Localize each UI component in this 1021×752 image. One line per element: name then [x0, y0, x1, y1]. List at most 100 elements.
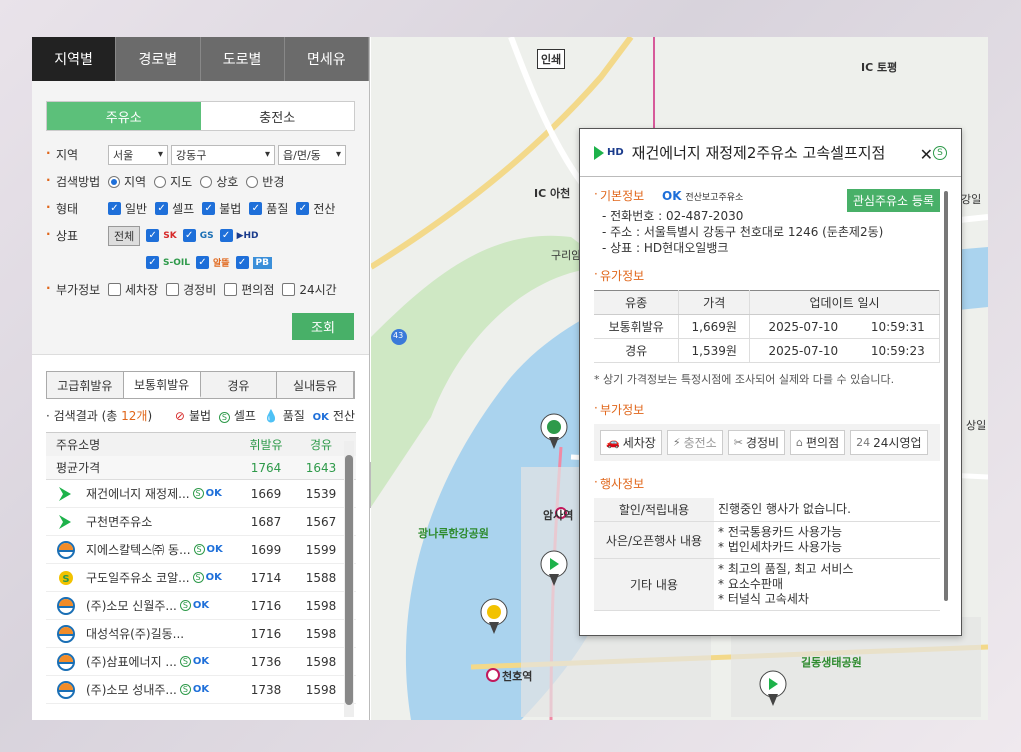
- map-view[interactable]: 인쇄 IC 토평 IC 아천 구리암 강일 상일 광나루한강공원 암사역 천호역…: [371, 37, 988, 720]
- favorite-register-button[interactable]: 관심주유소 등록: [846, 189, 940, 212]
- map-label-topyeong: IC 토평: [861, 61, 898, 74]
- brand-pb-checkbox[interactable]: ✓: [235, 256, 249, 269]
- station-row[interactable]: (주)삼표에너지 ... S OK 1736 1598: [46, 648, 356, 676]
- station-name[interactable]: (주)소모 신월주...: [86, 597, 177, 614]
- tab-kerosene[interactable]: 실내등유: [277, 372, 354, 398]
- district-select[interactable]: 강동구: [171, 144, 275, 165]
- type-self-checkbox[interactable]: ✓ 셀프: [155, 200, 194, 217]
- price-value: 1,669원: [678, 314, 751, 339]
- check-icon: ✓: [108, 202, 121, 215]
- extra-repair-checkbox[interactable]: 경정비: [166, 281, 216, 298]
- self-icon: S: [179, 656, 191, 667]
- event-value: 진행중인 행사가 없습니다.: [714, 498, 940, 522]
- tab-region[interactable]: 지역별: [32, 37, 117, 81]
- hd-oilbank-logo-icon: HD: [594, 145, 624, 160]
- station-row[interactable]: (주)소모 신월주... S OK 1716 1598: [46, 592, 356, 620]
- gasoline-price: 1738: [250, 682, 282, 697]
- tab-tax-free[interactable]: 면세유: [284, 37, 369, 81]
- result-prefix: 검색결과 (총: [53, 409, 122, 423]
- brand-sk-checkbox[interactable]: ✓: [146, 229, 160, 242]
- header-diesel[interactable]: 경유: [296, 436, 346, 453]
- station-row[interactable]: (주)소모 성내주... S OK 1738 1598: [46, 676, 356, 704]
- station-name-cell: (주)소모 성내주... S OK: [46, 680, 236, 699]
- brand-altteul-checkbox[interactable]: ✓: [195, 256, 209, 269]
- station-row[interactable]: 재건에너지 재정제... S OK 1669 1539: [46, 480, 356, 508]
- search-button[interactable]: 조회: [292, 313, 354, 340]
- type-illegal-checkbox[interactable]: ✓ 불법: [202, 200, 241, 217]
- type-computerized-checkbox[interactable]: ✓ 전산: [296, 200, 335, 217]
- radio-icon: [246, 175, 259, 188]
- extra-24h-checkbox[interactable]: 24시간: [282, 281, 337, 298]
- svg-text:S: S: [62, 574, 69, 585]
- station-name[interactable]: (주)삼표에너지 ...: [86, 653, 177, 670]
- method-map-radio[interactable]: 지도: [154, 173, 192, 190]
- self-icon: S: [218, 412, 230, 423]
- tab-regular-gasoline[interactable]: 보통휘발유: [123, 372, 201, 398]
- station-name[interactable]: (주)소모 성내주...: [86, 681, 177, 698]
- station-name[interactable]: 재건에너지 재정제...: [86, 485, 190, 502]
- station-name[interactable]: 구도일주유소 코알...: [86, 569, 190, 586]
- option-label: 불법: [219, 202, 242, 216]
- brand-soil-checkbox[interactable]: ✓: [146, 256, 159, 269]
- scrollbar-thumb[interactable]: [345, 455, 353, 705]
- self-icon: S: [179, 600, 191, 611]
- station-row[interactable]: S 구도일주유소 코알... S OK 1714 1588: [46, 564, 356, 592]
- city-select[interactable]: 서울: [108, 144, 168, 165]
- charging-station-toggle[interactable]: 충전소: [200, 102, 354, 130]
- method-name-radio[interactable]: 상호: [200, 173, 238, 190]
- check-icon: ✓: [296, 202, 310, 215]
- brand-hd-checkbox[interactable]: ✓: [219, 229, 233, 242]
- gasoline-price: 1669: [250, 486, 282, 501]
- station-row[interactable]: 지에스칼텍스㈜ 동... S OK 1699 1599: [46, 536, 356, 564]
- event-line: * 최고의 품질, 최고 서비스: [718, 562, 854, 576]
- tab-premium-gasoline[interactable]: 고급휘발유: [47, 372, 124, 398]
- station-row[interactable]: 구천면주유소 1687 1567: [46, 508, 356, 536]
- station-name-cell: 대성석유(주)길동...: [46, 624, 236, 643]
- tab-route[interactable]: 경로별: [116, 37, 201, 81]
- gas-station-toggle[interactable]: 주유소: [47, 102, 201, 130]
- event-line: * 터널식 고속세차: [718, 592, 809, 606]
- event-key: 사은/오픈행사 내용: [594, 521, 714, 559]
- dong-select[interactable]: 읍/면/동: [278, 144, 346, 165]
- popup-scrollbar[interactable]: [944, 191, 948, 601]
- gs-caltex-logo-icon: [57, 652, 75, 671]
- station-name[interactable]: 지에스칼텍스㈜ 동...: [86, 541, 191, 558]
- type-quality-checkbox[interactable]: ✓ 품질: [249, 200, 288, 217]
- tab-road[interactable]: 도로별: [200, 37, 285, 81]
- diesel-price: 1598: [305, 626, 337, 641]
- station-name[interactable]: 대성석유(주)길동...: [86, 625, 184, 642]
- region-label: 지역: [46, 146, 108, 163]
- event-line: * 법인세차카드 사용가능: [718, 540, 843, 554]
- header-name[interactable]: 주유소명: [46, 436, 236, 453]
- list-scrollbar[interactable]: [344, 441, 354, 717]
- diesel-price: 1598: [305, 682, 337, 697]
- brand-gs-checkbox[interactable]: ✓: [182, 229, 196, 242]
- event-line: * 전국통용카드 사용가능: [718, 525, 843, 539]
- header-gasoline[interactable]: 휘발유: [236, 436, 296, 453]
- option-label: 지역: [124, 175, 147, 189]
- gasoline-price: 1714: [250, 570, 282, 585]
- close-icon[interactable]: ✕: [920, 145, 933, 164]
- method-region-radio[interactable]: 지역: [108, 173, 146, 190]
- ok-check-icon: OK: [192, 684, 210, 695]
- gs-caltex-logo-icon: [57, 596, 75, 615]
- altteul-logo-icon: 알뜰: [212, 259, 230, 269]
- station-name[interactable]: 구천면주유소: [86, 513, 152, 530]
- tab-diesel[interactable]: 경유: [200, 372, 278, 398]
- type-general-checkbox[interactable]: ✓ 일반: [108, 200, 147, 217]
- result-suffix: ): [147, 409, 153, 423]
- method-radius-radio[interactable]: 반경: [246, 173, 284, 190]
- brand-all-button[interactable]: 전체: [108, 225, 141, 246]
- checkbox-icon: [282, 283, 296, 296]
- price-time: 10:59:31: [856, 314, 940, 339]
- legend-illegal: 불법: [188, 409, 212, 423]
- extra-store-checkbox[interactable]: 편의점: [224, 281, 274, 298]
- app-window: 지역별 경로별 도로별 면세유 주유소 충전소 지역 서울 강동구 읍/면/동 …: [32, 37, 988, 720]
- station-list: 재건에너지 재정제... S OK 1669 1539 구천면주유소 1687 1567 지에스…: [32, 480, 369, 704]
- gasoline-price: 1716: [250, 598, 282, 613]
- map-label-gangil: 강일: [961, 193, 982, 206]
- station-row[interactable]: 대성석유(주)길동... 1716 1598: [46, 620, 356, 648]
- extra-carwash-checkbox[interactable]: 세차장: [108, 281, 158, 298]
- diesel-price: 1588: [305, 570, 337, 585]
- price-col-fuel: 유종: [594, 290, 680, 315]
